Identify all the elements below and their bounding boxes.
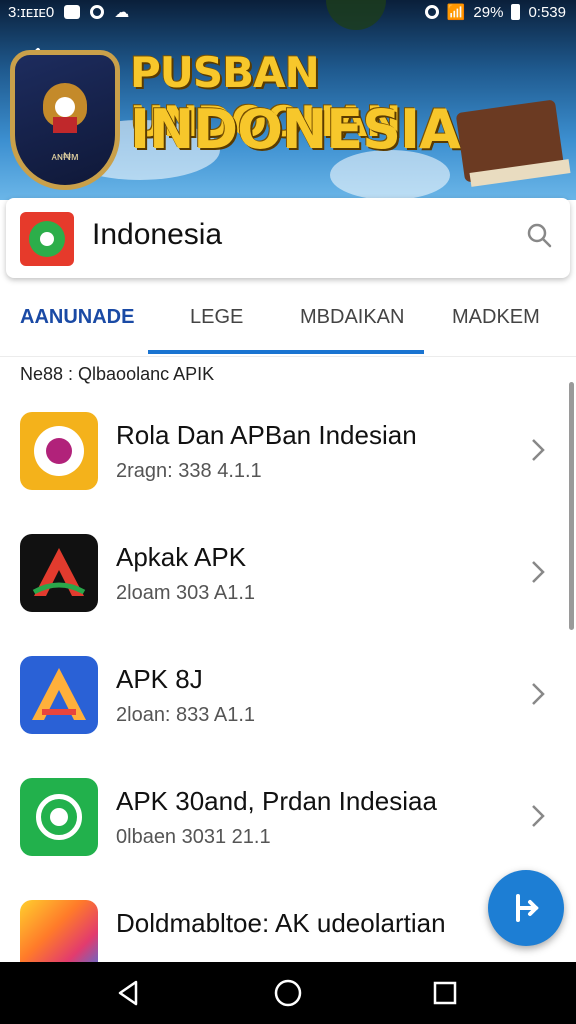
flower-icon xyxy=(20,412,98,490)
header-banner: 3:ɪᴇɪᴇ0 ☁ 📶 29% 0:539 ᴀɴ₦ᴍ PUSBAN UNDOOH… xyxy=(0,0,576,200)
tab-mbdaikan[interactable]: MBDAIKAN xyxy=(300,306,404,329)
chevron-right-icon xyxy=(532,683,545,705)
sync-icon xyxy=(90,5,105,19)
section-label: Ne88 : Qlbaoolanc APIK xyxy=(20,364,215,384)
shield-emblem xyxy=(53,117,77,133)
logo-dot xyxy=(40,232,54,246)
gallery-icon xyxy=(64,5,81,19)
search-icon[interactable] xyxy=(526,222,552,248)
item-title: APK 30and, Prdan Indesiaa xyxy=(116,786,437,816)
garuda-head xyxy=(55,97,75,117)
item-subtitle: 2loan: 833 A1.1 xyxy=(116,704,256,726)
tab-aanunade[interactable]: AANUNADE xyxy=(20,306,134,329)
tab-bar: AANUNADE LEGE MBDAIKAN MADKEM xyxy=(0,286,576,357)
system-nav-bar xyxy=(0,962,576,1024)
item-subtitle: 2loam 303 A1.1 xyxy=(116,582,255,604)
battery-icon xyxy=(511,4,521,20)
list-item[interactable]: Apkak APK 2loam 303 A1.1 xyxy=(0,518,576,641)
item-subtitle: 2ragn: 338 4.1.1 xyxy=(116,460,262,482)
tab-lege[interactable]: LEGE xyxy=(190,306,243,329)
status-bar: 3:ɪᴇɪᴇ0 ☁ 📶 29% 0:539 xyxy=(0,0,576,24)
tab-indicator xyxy=(148,350,424,354)
nav-home-icon[interactable] xyxy=(273,978,303,1008)
shield-text: ᴀɴ₦ᴍ xyxy=(51,151,79,163)
search-bar[interactable]: Indonesia xyxy=(6,198,570,278)
cloud-icon: ☁ xyxy=(114,4,130,21)
send-icon xyxy=(516,894,539,922)
status-text: 3:ɪᴇɪᴇ0 xyxy=(8,3,55,21)
nav-back-icon[interactable] xyxy=(114,978,144,1008)
item-title: Doldmabltoe: AK udeolartian xyxy=(116,908,446,938)
triangle-logo-icon xyxy=(20,534,98,612)
chevron-right-icon xyxy=(532,561,545,583)
item-subtitle: 0lbaen 3031 21.1 xyxy=(116,826,271,848)
status-time: 0:539 xyxy=(528,3,566,21)
scrollbar[interactable] xyxy=(569,382,574,630)
search-input[interactable]: Indonesia xyxy=(92,218,222,252)
battery-percent: 29% xyxy=(473,3,504,21)
gradient-a-icon xyxy=(20,656,98,734)
item-title: Apkak APK xyxy=(116,542,247,572)
nav-recents-icon[interactable] xyxy=(430,978,460,1008)
item-title: Rola Dan APBan Indesian xyxy=(116,420,417,450)
app-logo-icon xyxy=(20,212,74,266)
tab-madkem[interactable]: MADKEM xyxy=(452,306,540,329)
item-title: APK 8J xyxy=(116,664,203,694)
wifi-icon: 📶 xyxy=(446,4,466,21)
list-item[interactable]: APK 30and, Prdan Indesiaa 0lbaen 3031 21… xyxy=(0,762,576,885)
banner-title-line2: INDONESIA xyxy=(130,98,461,161)
list-item[interactable]: Rola Dan APBan Indesian 2ragn: 338 4.1.1 xyxy=(0,396,576,519)
list-item[interactable]: APK 8J 2loan: 833 A1.1 xyxy=(0,640,576,763)
book-icon xyxy=(450,96,571,192)
alarm-icon xyxy=(424,5,439,19)
garuda-shield-logo: ᴀɴ₦ᴍ xyxy=(10,50,120,190)
target-icon xyxy=(20,778,98,856)
floating-action-button[interactable] xyxy=(488,870,564,946)
chevron-right-icon xyxy=(532,439,545,461)
chevron-right-icon xyxy=(532,805,545,827)
